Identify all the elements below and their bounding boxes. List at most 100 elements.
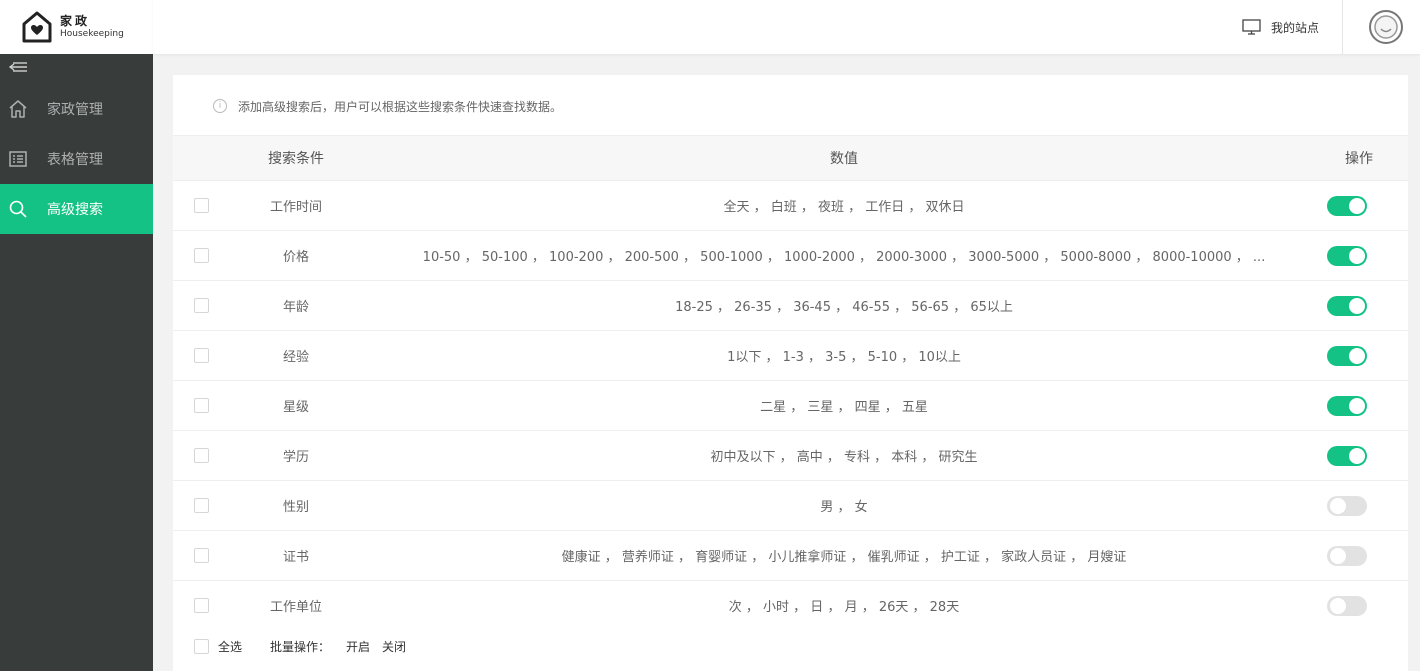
row-checkbox[interactable] — [194, 448, 209, 463]
table-body: 工作时间 全天 ， 白班 ， 夜班 ， 工作日 ， 双休日价格 10-50 ， 50… — [173, 181, 1408, 631]
avatar[interactable] — [1369, 10, 1403, 44]
table-row: 性别 男 ， 女 — [173, 481, 1408, 531]
row-condition: 星级 — [282, 400, 309, 415]
enable-toggle[interactable] — [1327, 295, 1367, 316]
app: 家政 Housekeeping 家政管理 表格管理 高级搜索 我的站点 i 添加… — [0, 0, 1420, 671]
collapse-menu-icon — [9, 62, 27, 72]
toggle-knob — [1349, 347, 1365, 364]
logo-title: 家政 — [60, 14, 91, 28]
top-header: 我的站点 — [153, 0, 1420, 54]
search-condition-table: 搜索条件 数值 操作 工作时间 全天 ， 白班 ， 夜班 ， 工作日 ， 双休日价… — [173, 135, 1408, 631]
enable-toggle[interactable] — [1327, 245, 1367, 266]
row-operation-cell — [1327, 531, 1408, 581]
column-header-operation: 操作 — [1327, 135, 1408, 181]
sidebar-item-advanced-search[interactable]: 高级搜索 — [0, 184, 153, 234]
row-condition: 证书 — [282, 550, 309, 565]
search-icon — [8, 199, 28, 219]
sidebar-item-housekeeping[interactable]: 家政管理 — [0, 84, 153, 134]
table-header-row: 搜索条件 数值 操作 — [173, 135, 1408, 181]
toggle-knob — [1330, 597, 1346, 614]
enable-toggle[interactable] — [1327, 545, 1367, 566]
row-checkbox[interactable] — [194, 198, 209, 213]
batch-disable-button[interactable]: 关闭 — [382, 638, 406, 655]
row-check-cell — [173, 431, 231, 481]
row-condition: 性别 — [282, 500, 309, 515]
sidebar-item-label: 高级搜索 — [47, 202, 103, 218]
logo[interactable]: 家政 Housekeeping — [0, 0, 153, 54]
row-checkbox[interactable] — [194, 298, 209, 313]
info-tip: i 添加高级搜索后，用户可以根据这些搜索条件快速查找数据。 — [213, 97, 562, 115]
batch-enable-button[interactable]: 开启 — [346, 638, 370, 655]
row-value: 10-50 ， 50-100 ， 100-200 ， 200-500 ， 500… — [422, 250, 1266, 265]
row-condition: 工作时间 — [269, 200, 322, 215]
info-icon: i — [213, 99, 227, 113]
enable-toggle[interactable] — [1327, 595, 1367, 616]
row-checkbox[interactable] — [194, 348, 209, 363]
enable-toggle[interactable] — [1327, 195, 1367, 216]
column-header-value: 数值 — [361, 135, 1327, 181]
header-divider — [1342, 0, 1343, 54]
sidebar: 家政 Housekeeping 家政管理 表格管理 高级搜索 — [0, 0, 153, 671]
row-check-cell — [173, 181, 231, 231]
table-row: 星级 二星 ， 三星 ， 四星 ， 五星 — [173, 381, 1408, 431]
row-checkbox[interactable] — [194, 498, 209, 513]
row-condition: 年龄 — [282, 300, 309, 315]
row-check-cell — [173, 381, 231, 431]
main-content: i 添加高级搜索后，用户可以根据这些搜索条件快速查找数据。 搜索条件 数值 操作… — [173, 75, 1408, 671]
table-row: 年龄 18-25 ， 26-35 ， 36-45 ， 46-55 ， 56-65 … — [173, 281, 1408, 331]
row-operation-cell — [1327, 581, 1408, 631]
header-check-cell — [173, 135, 231, 181]
enable-toggle[interactable] — [1327, 345, 1367, 366]
enable-toggle[interactable] — [1327, 445, 1367, 466]
row-operation-cell — [1327, 181, 1408, 231]
row-checkbox[interactable] — [194, 398, 209, 413]
toggle-knob — [1349, 297, 1365, 314]
row-check-cell — [173, 281, 231, 331]
my-site-link[interactable]: 我的站点 — [1242, 0, 1319, 54]
row-check-cell — [173, 231, 231, 281]
row-operation-cell — [1327, 431, 1408, 481]
row-value: 18-25 ， 26-35 ， 36-45 ， 46-55 ， 56-65 ， … — [675, 300, 1013, 315]
enable-toggle[interactable] — [1327, 495, 1367, 516]
my-site-label: 我的站点 — [1271, 20, 1320, 35]
row-value: 次 ， 小时 ， 日 ， 月 ， 26天 ， 28天 — [728, 600, 960, 616]
row-check-cell — [173, 581, 231, 631]
tip-text: 添加高级搜索后，用户可以根据这些搜索条件快速查找数据。 — [238, 99, 563, 114]
row-check-cell — [173, 481, 231, 531]
row-operation-cell — [1327, 381, 1408, 431]
table-row: 工作单位 次 ， 小时 ， 日 ， 月 ， 26天 ， 28天 — [173, 581, 1408, 631]
batch-operation-label: 批量操作： — [270, 639, 331, 654]
logo-subtitle: Housekeeping — [60, 29, 124, 39]
batch-action-bar: 全选 批量操作： 开启 关闭 — [194, 637, 418, 655]
house-heart-icon — [22, 11, 52, 43]
row-checkbox[interactable] — [194, 548, 209, 563]
row-check-cell — [173, 331, 231, 381]
toggle-knob — [1349, 397, 1365, 414]
column-header-condition: 搜索条件 — [231, 135, 361, 181]
table-row: 学历 初中及以下 ， 高中 ， 专科 ， 本科 ， 研究生 — [173, 431, 1408, 481]
row-checkbox[interactable] — [194, 598, 209, 614]
row-operation-cell — [1327, 281, 1408, 331]
table-row: 工作时间 全天 ， 白班 ， 夜班 ， 工作日 ， 双休日 — [173, 181, 1408, 231]
row-condition: 工作单位 — [269, 600, 322, 616]
select-all-checkbox[interactable] — [194, 638, 209, 654]
toggle-knob — [1349, 247, 1365, 264]
row-checkbox[interactable] — [194, 248, 209, 263]
table-row: 价格 10-50 ， 50-100 ， 100-200 ， 200-500 ， 5… — [173, 231, 1408, 281]
row-value: 全天 ， 白班 ， 夜班 ， 工作日 ， 双休日 — [723, 200, 965, 215]
enable-toggle[interactable] — [1327, 395, 1367, 416]
list-icon — [8, 149, 28, 169]
toggle-knob — [1330, 547, 1346, 564]
toggle-knob — [1349, 197, 1365, 214]
toggle-knob — [1349, 447, 1365, 464]
collapse-sidebar-button[interactable] — [0, 54, 153, 84]
select-all-label[interactable]: 全选 — [218, 638, 242, 655]
row-value: 初中及以下 ， 高中 ， 专科 ， 本科 ， 研究生 — [710, 450, 978, 465]
row-condition: 学历 — [282, 450, 309, 465]
row-value: 1以下 ， 1-3 ， 3-5 ， 5-10 ， 10以上 — [727, 350, 961, 365]
row-check-cell — [173, 531, 231, 581]
table-row: 经验 1以下 ， 1-3 ， 3-5 ， 5-10 ， 10以上 — [173, 331, 1408, 381]
sidebar-item-table[interactable]: 表格管理 — [0, 134, 153, 184]
monitor-icon — [1242, 19, 1261, 35]
row-condition: 价格 — [282, 250, 309, 265]
